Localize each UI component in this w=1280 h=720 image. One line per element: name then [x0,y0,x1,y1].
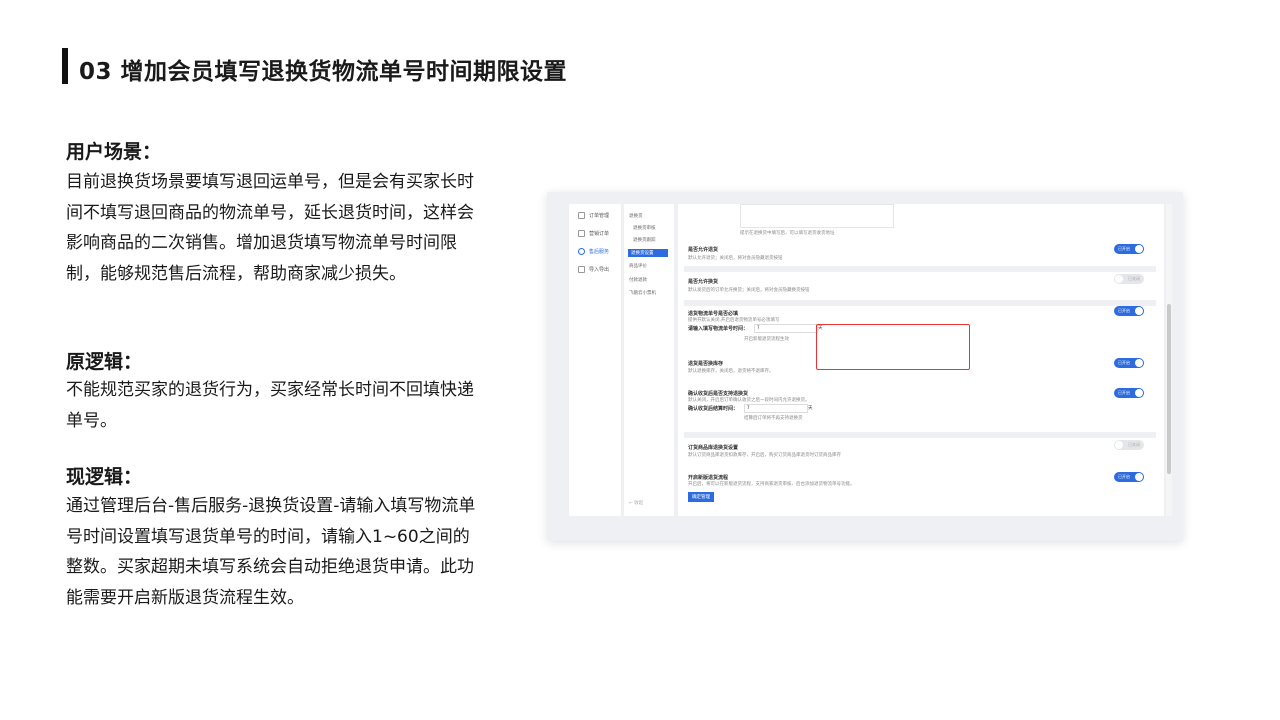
submenu-group[interactable]: 退换货 [629,213,643,219]
tracking-time-input[interactable]: 7 [754,324,818,333]
old-logic-heading: 原逻辑： [66,351,143,373]
scrollbar-thumb[interactable] [1167,304,1171,474]
collapse-button[interactable]: ← 收起 [629,500,643,506]
panel-allow-exchange: 是否允许换货 默认发货后的订单允许换货；关闭后，将对会员隐藏换货按钮 已关闭 [684,272,1156,306]
scene-heading: 用户场景： [66,141,162,163]
panel-title: 确认收货后是否支持退换货 [688,391,749,397]
panel-title: 是否允许退货 [688,247,719,253]
highlight-box [816,324,970,370]
admin-screenshot: 订单管理 营销订单 售后服务 导入导出 退换货 退换货审核 退换货跟踪 退换货设… [547,192,1183,541]
panel-desc: 默认允许退货；关闭后，将对会员隐藏退货按钮 [688,256,783,261]
submenu-item[interactable]: 退换货审核 [633,225,656,231]
panel-title: 是否允许换货 [688,279,719,285]
panel-new-flow: 开启新版退货流程 开启后，将可以在新版退货流程，支持商家退货审核、后台添加退货物… [684,468,1156,516]
unit-label: 天 [808,406,813,411]
title-accent-bar [62,48,68,84]
sidebar-item-orders[interactable]: 订单管理 [578,212,609,219]
panel-title: 退货物流单号是否必填 [688,311,739,317]
toggle-switch[interactable]: 已开启 [1114,388,1144,398]
page-title: 03 增加会员填写退换货物流单号时间期限设置 [79,59,568,85]
panel-desc: 提供开默认关闭,开启后退货物流单号必须填写 [688,318,780,323]
panel-note: 开启新版退货流程生效 [744,337,789,342]
hint-textarea[interactable] [740,204,894,228]
panel-title: 退货是否换库存 [688,361,724,367]
panel-allow-return: 是否允许退货 默认允许退货；关闭后，将对会员隐藏退货按钮 已开启 [684,238,1156,272]
submenu-item-active[interactable]: 退换货设置 [628,249,668,257]
sidebar-item-marketing-orders[interactable]: 营销订单 [578,230,609,237]
panel-title: 开启新版退货流程 [688,475,729,481]
panel-desc: 默认订货商品库退货扣款库存，开启后，购买订货商品库退货时订货商品库存 [688,453,841,458]
sidebar-item-import-export[interactable]: 导入导出 [578,266,609,273]
hint-text: 提示在退换货中填写后，可以填写退货收货地址 [740,231,835,236]
submenu-item[interactable]: 付款退款 [629,277,647,283]
new-logic-body: 通过管理后台-售后服务-退换货设置-请输入填写物流单号时间设置填写退货单号的时间… [66,496,476,608]
sidebar-item-after-sales[interactable]: 售后服务 [578,248,609,255]
submenu-item[interactable]: 商品评价 [629,263,647,269]
submenu-item[interactable]: 退换货跟踪 [633,237,656,243]
settle-time-label: 确认收货后结算时间： [688,406,739,412]
scrollbar[interactable] [1166,204,1172,516]
toggle-switch[interactable]: 已关闭 [1114,274,1144,284]
settle-time-input[interactable]: 7 [744,404,808,413]
toggle-switch[interactable]: 已开启 [1114,244,1144,254]
old-logic-body: 不能规范买家的退货行为，买家经常长时间不回填快递单号。 [66,380,474,431]
panel-note: 结算后订单将不再支持退换货 [744,416,803,421]
tracking-time-label: 请输入填写物流单号时间： [688,326,749,332]
panel-desc: 默认发货后的订单允许换货；关闭后，将对会员隐藏换货按钮 [688,288,810,293]
new-logic-heading: 现逻辑： [66,466,143,488]
primary-sidebar: 订单管理 营销订单 售后服务 导入导出 [569,204,621,516]
manage-button[interactable]: 确定管理 [688,492,714,502]
secondary-sidebar: 退换货 退换货审核 退换货跟踪 退换货设置 商品评价 付款退款 飞鹅云小票机 ←… [624,204,674,516]
toggle-switch[interactable]: 已关闭 [1114,440,1144,450]
toggle-switch[interactable]: 已开启 [1114,472,1144,482]
panel-desc: 默认退换库存，关闭后，退货将不退库存。 [688,369,774,374]
panel-title: 订货商品库退换货设置 [688,445,739,451]
submenu-item[interactable]: 飞鹅云小票机 [629,290,656,296]
scene-body: 目前退换货场景要填写退回运单号，但是会有买家长时间不填写退回商品的物流单号，延长… [66,172,474,284]
toggle-switch[interactable]: 已开启 [1114,358,1144,368]
settings-main: 提示在退换货中填写后，可以填写退货收货地址 是否允许退货 默认允许退货；关闭后，… [678,204,1164,516]
panel-desc: 开启后，将可以在新版退货流程，支持商家退货审核、后台添加退货物流单号功能。 [688,482,855,487]
panel-after-receipt: 确认收货后是否支持退换货 默认关闭，开启后订单确认收货之后一段时间内允许退换货。… [684,382,1156,438]
toggle-switch[interactable]: 已开启 [1114,306,1144,316]
panel-desc: 默认关闭，开启后订单确认收货之后一段时间内允许退换货。 [688,398,810,403]
